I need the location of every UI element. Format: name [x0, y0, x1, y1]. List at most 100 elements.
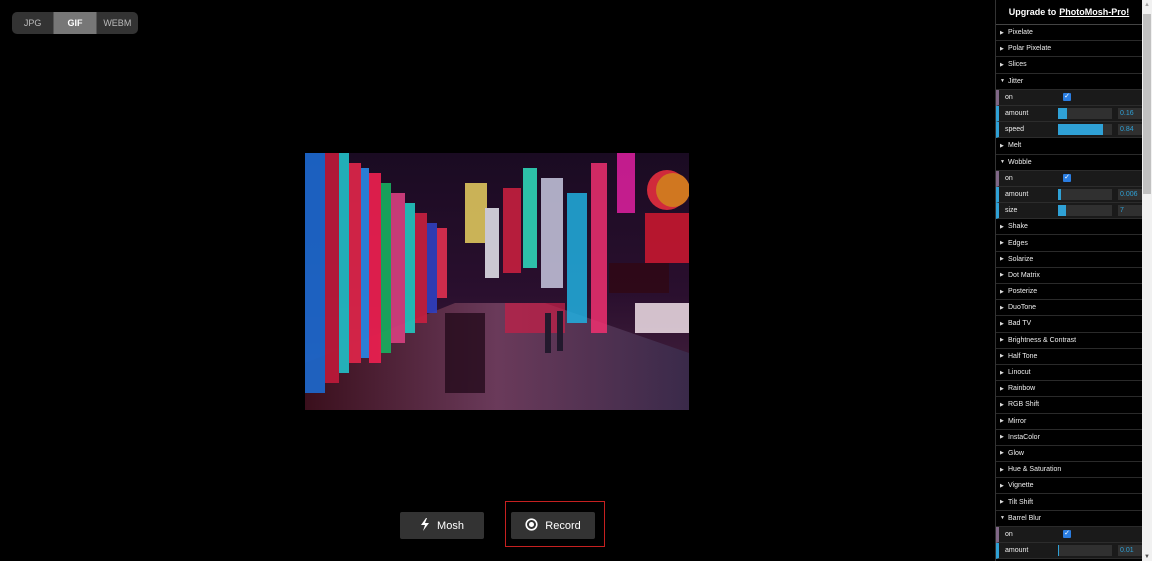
effect-folder-label: Brightness & Contrast	[1008, 336, 1077, 344]
effect-folder-label: InstaColor	[1008, 433, 1040, 441]
effect-folder-label: Tilt Shift	[1008, 498, 1034, 506]
effect-folder-solarize[interactable]: ▶ Solarize	[996, 252, 1142, 268]
upgrade-pro-link[interactable]: PhotoMosh-Pro!	[1059, 7, 1129, 17]
format-gif[interactable]: GIF	[53, 12, 97, 34]
caret-right-icon: ▶	[1000, 401, 1004, 408]
control-slider[interactable]	[1058, 108, 1112, 120]
glitched-street-image	[305, 153, 689, 410]
control-slider[interactable]	[1058, 545, 1112, 557]
effect-folder-label: Rainbow	[1008, 385, 1036, 393]
control-slider[interactable]	[1058, 124, 1112, 136]
scrollbar-thumb[interactable]	[1143, 14, 1151, 194]
control-value-input[interactable]: 0.006	[1118, 188, 1142, 200]
record-icon	[525, 517, 538, 534]
effect-folder-rgb-shift[interactable]: ▶ RGB Shift	[996, 397, 1142, 414]
control-slider[interactable]	[1058, 188, 1112, 200]
effect-folder-instacolor[interactable]: ▶ InstaColor	[996, 430, 1142, 446]
effect-folder-label: Wobble	[1008, 158, 1032, 166]
slider-fill	[1058, 205, 1067, 217]
effect-folder-label: Linocut	[1008, 369, 1031, 377]
effect-folder-linocut[interactable]: ▶ Linocut	[996, 365, 1142, 382]
control-row-size: size 7	[996, 203, 1142, 220]
caret-right-icon: ▶	[1000, 29, 1004, 36]
caret-down-icon: ▼	[1000, 159, 1005, 166]
caret-right-icon: ▶	[1000, 418, 1004, 425]
caret-right-icon: ▶	[1000, 450, 1004, 457]
caret-down-icon: ▼	[1000, 78, 1005, 85]
effect-folder-half-tone[interactable]: ▶ Half Tone	[996, 349, 1142, 365]
caret-down-icon: ▼	[1000, 515, 1005, 522]
control-label: amount	[1005, 190, 1029, 198]
slider-fill	[1058, 124, 1104, 136]
caret-right-icon: ▶	[1000, 45, 1004, 52]
effect-folder-label: Glow	[1008, 449, 1024, 457]
effect-folder-label: Jitter	[1008, 77, 1024, 85]
effect-folder-slices[interactable]: ▶ Slices	[996, 57, 1142, 74]
checkbox-checked-icon[interactable]: ✓	[1063, 530, 1071, 539]
control-value-input[interactable]: 0.01	[1118, 545, 1142, 557]
effect-folder-label: Barrel Blur	[1008, 514, 1042, 522]
effect-folder-glow[interactable]: ▶ Glow	[996, 446, 1142, 463]
effect-folder-label: RGB Shift	[1008, 401, 1040, 409]
sidebar-scrollbar[interactable]: ▲ ▼	[1142, 0, 1152, 561]
effects-panel: Upgrade to PhotoMosh-Pro! ▶ Pixelate ▶ Pola…	[995, 0, 1142, 561]
slider-fill	[1058, 545, 1060, 557]
checkbox-checked-icon[interactable]: ✓	[1063, 174, 1071, 183]
effect-folder-label: Dot Matrix	[1008, 271, 1040, 279]
effect-folder-bad-tv[interactable]: ▶ Bad TV	[996, 316, 1142, 333]
effect-folder-dot-matrix[interactable]: ▶ Dot Matrix	[996, 268, 1142, 284]
lightning-icon	[420, 517, 430, 534]
control-value-input[interactable]: 0.84	[1118, 124, 1142, 136]
effect-folder-hue-saturation[interactable]: ▶ Hue & Saturation	[996, 462, 1142, 479]
mosh-button[interactable]: Mosh	[400, 512, 484, 539]
format-jpg[interactable]: JPG	[12, 12, 53, 34]
record-button[interactable]: Record	[511, 512, 595, 539]
effect-folder-edges[interactable]: ▶ Edges	[996, 235, 1142, 252]
checkbox-checked-icon[interactable]: ✓	[1063, 93, 1071, 102]
control-value-input[interactable]: 0.16	[1118, 108, 1142, 120]
effect-folder-label: Bad TV	[1008, 320, 1032, 328]
effect-folder-vignette[interactable]: ▶ Vignette	[996, 478, 1142, 495]
moshed-image-canvas	[305, 153, 689, 410]
caret-right-icon: ▶	[1000, 466, 1004, 473]
control-value-input[interactable]: 7	[1118, 205, 1142, 217]
effect-folder-shake[interactable]: ▶ Shake	[996, 219, 1142, 236]
effect-folder-duotone[interactable]: ▶ DuoTone	[996, 300, 1142, 317]
control-row-amount: amount 0.16	[996, 105, 1142, 123]
effect-folder-label: Pixelate	[1008, 29, 1033, 37]
effect-folder-melt[interactable]: ▶ Melt	[996, 138, 1142, 155]
effect-folder-label: Hue & Saturation	[1008, 466, 1062, 474]
scroll-down-arrow-icon[interactable]: ▼	[1144, 554, 1150, 560]
effect-folder-rainbow[interactable]: ▶ Rainbow	[996, 381, 1142, 398]
effect-folder-label: Half Tone	[1008, 352, 1038, 360]
caret-right-icon: ▶	[1000, 434, 1004, 441]
effect-folder-wobble[interactable]: ▼ Wobble	[996, 155, 1142, 171]
effect-folder-label: Slices	[1008, 61, 1027, 69]
control-label: size	[1005, 207, 1018, 215]
format-toggle: JPG GIF WEBM	[12, 12, 138, 34]
effect-folder-label: Polar Pixelate	[1008, 45, 1052, 53]
effect-folder-label: Posterize	[1008, 288, 1038, 296]
control-row-on: on ✓	[996, 526, 1142, 543]
control-row-amount: amount 0.006	[996, 186, 1142, 204]
control-label: on	[1005, 530, 1013, 538]
effect-folder-barrel-blur[interactable]: ▼ Barrel Blur	[996, 511, 1142, 527]
effect-folder-mirror[interactable]: ▶ Mirror	[996, 414, 1142, 430]
format-webm[interactable]: WEBM	[97, 12, 138, 34]
mosh-button-label: Mosh	[437, 519, 464, 532]
caret-right-icon: ▶	[1000, 353, 1004, 360]
control-row-speed: speed 0.84	[996, 122, 1142, 139]
effect-folder-pixelate[interactable]: ▶ Pixelate	[996, 25, 1142, 42]
caret-right-icon: ▶	[1000, 288, 1004, 295]
effect-folder-jitter[interactable]: ▼ Jitter	[996, 74, 1142, 90]
effect-folder-tilt-shift[interactable]: ▶ Tilt Shift	[996, 494, 1142, 511]
scroll-up-arrow-icon[interactable]: ▲	[1144, 2, 1150, 8]
control-label: on	[1005, 93, 1013, 101]
effect-folder-brightness-contrast[interactable]: ▶ Brightness & Contrast	[996, 333, 1142, 349]
control-slider[interactable]	[1058, 205, 1112, 217]
effect-folder-polar-pixelate[interactable]: ▶ Polar Pixelate	[996, 41, 1142, 58]
caret-right-icon: ▶	[1000, 369, 1004, 376]
effect-folder-posterize[interactable]: ▶ Posterize	[996, 284, 1142, 301]
caret-right-icon: ▶	[1000, 142, 1004, 149]
effect-folder-label: DuoTone	[1008, 304, 1037, 312]
